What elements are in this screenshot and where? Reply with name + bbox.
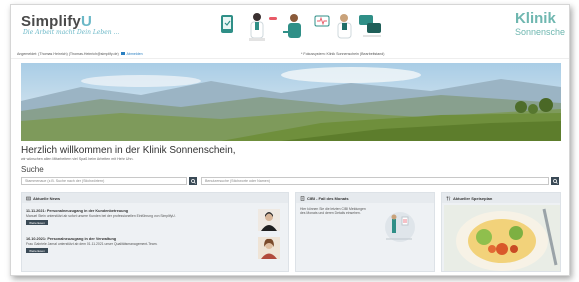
info-bar: Angemeldet: (Thomas Heinrich) (Thomas.He… xyxy=(11,49,569,59)
newspaper-icon xyxy=(26,196,31,200)
logout-link[interactable]: Abmelden xyxy=(126,52,142,56)
focus-system-status: * Fokussystem: Klinik Sonnenschein (Bear… xyxy=(301,52,385,56)
content-search-button[interactable] xyxy=(189,177,197,185)
cibi-illustration xyxy=(385,212,415,242)
clinic-name-line1: Klinik xyxy=(514,10,556,27)
document-icon xyxy=(300,195,305,201)
logged-in-user: Angemeldet: (Thomas Heinrich) (Thomas.He… xyxy=(17,52,119,56)
brand-name: Simplify xyxy=(21,13,81,30)
content-search-input[interactable]: Stammenaue (z.B. Suche nach der (Stichwö… xyxy=(21,177,187,185)
read-more-button[interactable]: Weiterlesen xyxy=(26,248,48,253)
news-card-header: Aktuelle News xyxy=(22,193,288,203)
user-search-button[interactable] xyxy=(551,177,559,185)
meal-photo xyxy=(444,205,560,271)
news-card: Aktuelle News 11.11.2021: Personalneuzug… xyxy=(21,192,289,272)
meal-plan-card: Aktueller Speiseplan xyxy=(441,192,561,272)
header: SimplifyU Die Arbeit macht Dein Leben ..… xyxy=(11,5,569,47)
meal-plan-card-header: Aktueller Speiseplan xyxy=(442,193,560,203)
hero-landscape-image xyxy=(21,63,561,141)
brand-tagline: Die Arbeit macht Dein Leben ... xyxy=(23,29,120,36)
screenshot-frame: SimplifyU Die Arbeit macht Dein Leben ..… xyxy=(10,4,570,276)
meal-plan-card-title: Aktueller Speiseplan xyxy=(453,195,493,201)
news-item-title: 16.10.2021: Personalneuzugang in der Ver… xyxy=(26,237,117,241)
news-item-text: Frau Gabriele Jarnal unterstützt ab dem … xyxy=(26,242,158,246)
search-heading: Suche xyxy=(21,165,44,174)
news-portrait-image xyxy=(258,209,280,231)
clinic-name-line2: Sonnensche xyxy=(514,27,565,37)
cibi-card-title: CIBI - Fall des Monats xyxy=(307,195,349,201)
cibi-card: CIBI - Fall des Monats Hier können Sie d… xyxy=(295,192,435,272)
news-item-title: 11.11.2021: Personalneuzugang in der Kun… xyxy=(26,209,129,213)
simplifyu-logo[interactable]: SimplifyU Die Arbeit macht Dein Leben ..… xyxy=(21,13,119,36)
search-icon xyxy=(552,178,558,184)
cibi-card-header: CIBI - Fall des Monats xyxy=(296,193,434,203)
news-portrait-image xyxy=(258,237,280,259)
clinic-logo: Klinik Sonnensche xyxy=(515,11,565,38)
brand-u: U xyxy=(80,13,92,30)
cutlery-icon xyxy=(446,195,451,200)
search-icon xyxy=(190,178,196,184)
news-card-title: Aktuelle News xyxy=(33,195,61,201)
news-item-text: Manuel Stein unterstützt ab sofort unser… xyxy=(26,214,176,218)
welcome-subtitle: wir wünschen allen Mitarbeitern viel Spa… xyxy=(21,157,134,161)
user-search-input[interactable]: Benutzersuche (Stichworte oder Namen) xyxy=(201,177,549,185)
logout-icon[interactable] xyxy=(120,52,125,55)
healthcare-illustration xyxy=(221,13,381,41)
welcome-title: Herzlich willkommen in der Klinik Sonnen… xyxy=(21,145,236,156)
read-more-button[interactable]: Weiterlesen xyxy=(26,220,48,225)
news-item: 16.10.2021: Personalneuzugang in der Ver… xyxy=(26,237,246,253)
cibi-card-text: Hier können Sie die letzten CIBI Meldung… xyxy=(300,207,366,215)
news-item: 11.11.2021: Personalneuzugang in der Kun… xyxy=(26,209,246,225)
